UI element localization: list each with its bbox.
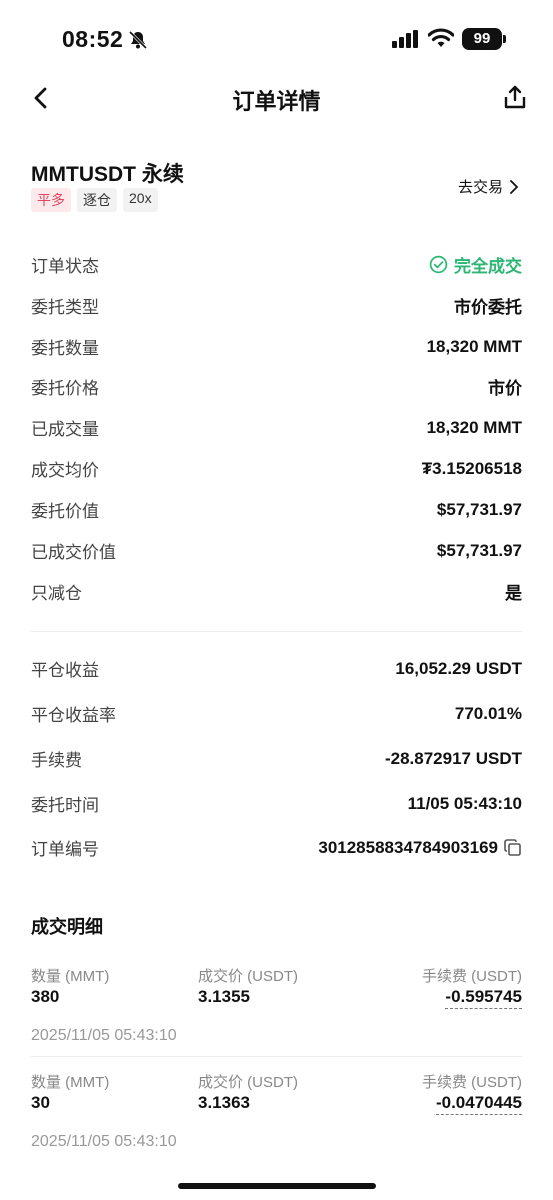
order-tags: 平多 逐仓 20x: [31, 188, 158, 212]
pnl-label: 订单编号: [31, 840, 99, 859]
detail-value: 18,320 MMT: [426, 336, 522, 356]
detail-value: $57,731.97: [436, 499, 522, 519]
wifi-icon: [428, 28, 454, 47]
fill-fee[interactable]: -0.595745: [445, 987, 522, 1009]
battery-level: 99: [462, 28, 502, 50]
detail-label: 委托价值: [31, 502, 99, 521]
fill-time: 2025/11/05 05:43:10: [31, 1027, 177, 1044]
pnl-row-profit-rate: 平仓收益率 770.01%: [31, 701, 522, 726]
pnl-label: 平仓收益: [31, 661, 99, 680]
chevron-right-icon: [510, 179, 518, 194]
fill-item: 数量 (MMT) 成交价 (USDT) 手续费 (USDT) 30 3.1363…: [31, 1071, 522, 1161]
detail-row-filled-qty: 已成交量 18,320 MMT: [31, 415, 522, 440]
pnl-value: 16,052.29 USDT: [395, 658, 522, 678]
detail-label: 委托价格: [31, 379, 99, 398]
page-title: 订单详情: [232, 89, 321, 114]
fill-price-header: 成交价 (USDT): [198, 1074, 298, 1091]
detail-label: 已成交量: [31, 420, 99, 439]
status-bar: 08:52 99: [0, 0, 553, 80]
detail-value: 是: [505, 584, 522, 603]
divider: [31, 1056, 522, 1057]
fill-item: 数量 (MMT) 成交价 (USDT) 手续费 (USDT) 380 3.135…: [31, 965, 522, 1055]
tag-leverage: 20x: [123, 188, 158, 212]
pnl-label: 平仓收益率: [31, 706, 116, 725]
pnl-value: -28.872917 USDT: [384, 748, 522, 768]
fill-time: 2025/11/05 05:43:10: [31, 1133, 177, 1150]
fill-fee-header: 手续费 (USDT): [422, 1074, 522, 1091]
pnl-row-order-time: 委托时间 11/05 05:43:10: [31, 791, 522, 816]
fill-price: 3.1363: [198, 1093, 250, 1112]
copy-icon[interactable]: [504, 838, 522, 857]
detail-label: 委托数量: [31, 339, 99, 358]
fill-price-header: 成交价 (USDT): [198, 968, 298, 985]
fill-fee-header: 手续费 (USDT): [422, 968, 522, 985]
divider: [31, 631, 522, 632]
pnl-row-fee: 手续费 -28.872917 USDT: [31, 746, 522, 771]
pnl-value: 11/05 05:43:10: [407, 793, 522, 813]
detail-row-reduce-only: 只减仓 是: [31, 579, 522, 604]
pnl-value: 770.01%: [454, 703, 522, 723]
tag-side: 平多: [31, 188, 71, 212]
status-time: 08:52: [62, 26, 124, 52]
detail-row-order-value: 委托价值 $57,731.97: [31, 497, 522, 522]
nav-bar: 订单详情: [0, 76, 553, 122]
detail-value: ₮3.15206518: [421, 458, 522, 478]
detail-row-avg-price: 成交均价 ₮3.15206518: [31, 456, 522, 481]
fill-qty-header: 数量 (MMT): [31, 968, 110, 985]
detail-value: $57,731.97: [436, 540, 522, 560]
fill-qty-header: 数量 (MMT): [31, 1074, 110, 1091]
fill-fee[interactable]: -0.0470445: [435, 1093, 522, 1115]
pnl-row-order-id: 订单编号 3012858834784903169: [31, 835, 522, 860]
detail-label: 已成交价值: [31, 543, 116, 562]
battery-tip: [503, 35, 506, 43]
detail-row-status: 订单状态 完全成交: [31, 252, 522, 277]
share-icon[interactable]: [502, 84, 528, 110]
go-trade-label: 去交易: [458, 179, 504, 196]
detail-label: 成交均价: [31, 461, 99, 480]
order-id-text: 3012858834784903169: [318, 837, 498, 857]
status-value: 完全成交: [429, 252, 522, 277]
fill-qty: 30: [31, 1093, 50, 1112]
detail-row-order-qty: 委托数量 18,320 MMT: [31, 334, 522, 359]
pnl-label: 手续费: [31, 751, 82, 770]
pnl-label: 委托时间: [31, 796, 99, 815]
tag-margin-mode: 逐仓: [77, 188, 117, 212]
detail-row-filled-value: 已成交价值 $57,731.97: [31, 538, 522, 563]
bell-muted-icon: [128, 30, 148, 50]
contract-symbol: MMTUSDT 永续: [31, 163, 184, 186]
signal-icon: [392, 30, 418, 48]
detail-value: 市价委托: [454, 298, 522, 317]
detail-label: 委托类型: [31, 298, 99, 317]
detail-value: 18,320 MMT: [426, 417, 522, 437]
fill-price: 3.1355: [198, 987, 250, 1006]
go-trade-link[interactable]: 去交易: [458, 176, 519, 197]
fills-section-title: 成交明细: [31, 917, 103, 937]
detail-row-order-type: 委托类型 市价委托: [31, 293, 522, 318]
pnl-row-close-profit: 平仓收益 16,052.29 USDT: [31, 656, 522, 681]
detail-label: 只减仓: [31, 584, 82, 603]
order-id-value: 3012858834784903169: [318, 838, 522, 858]
fill-qty: 380: [31, 987, 60, 1006]
check-circle-icon: [429, 255, 448, 274]
detail-row-order-price: 委托价格 市价: [31, 374, 522, 399]
status-text: 完全成交: [454, 257, 522, 276]
detail-label: 订单状态: [31, 257, 99, 276]
home-indicator[interactable]: [178, 1183, 376, 1189]
detail-value: 市价: [488, 379, 522, 398]
